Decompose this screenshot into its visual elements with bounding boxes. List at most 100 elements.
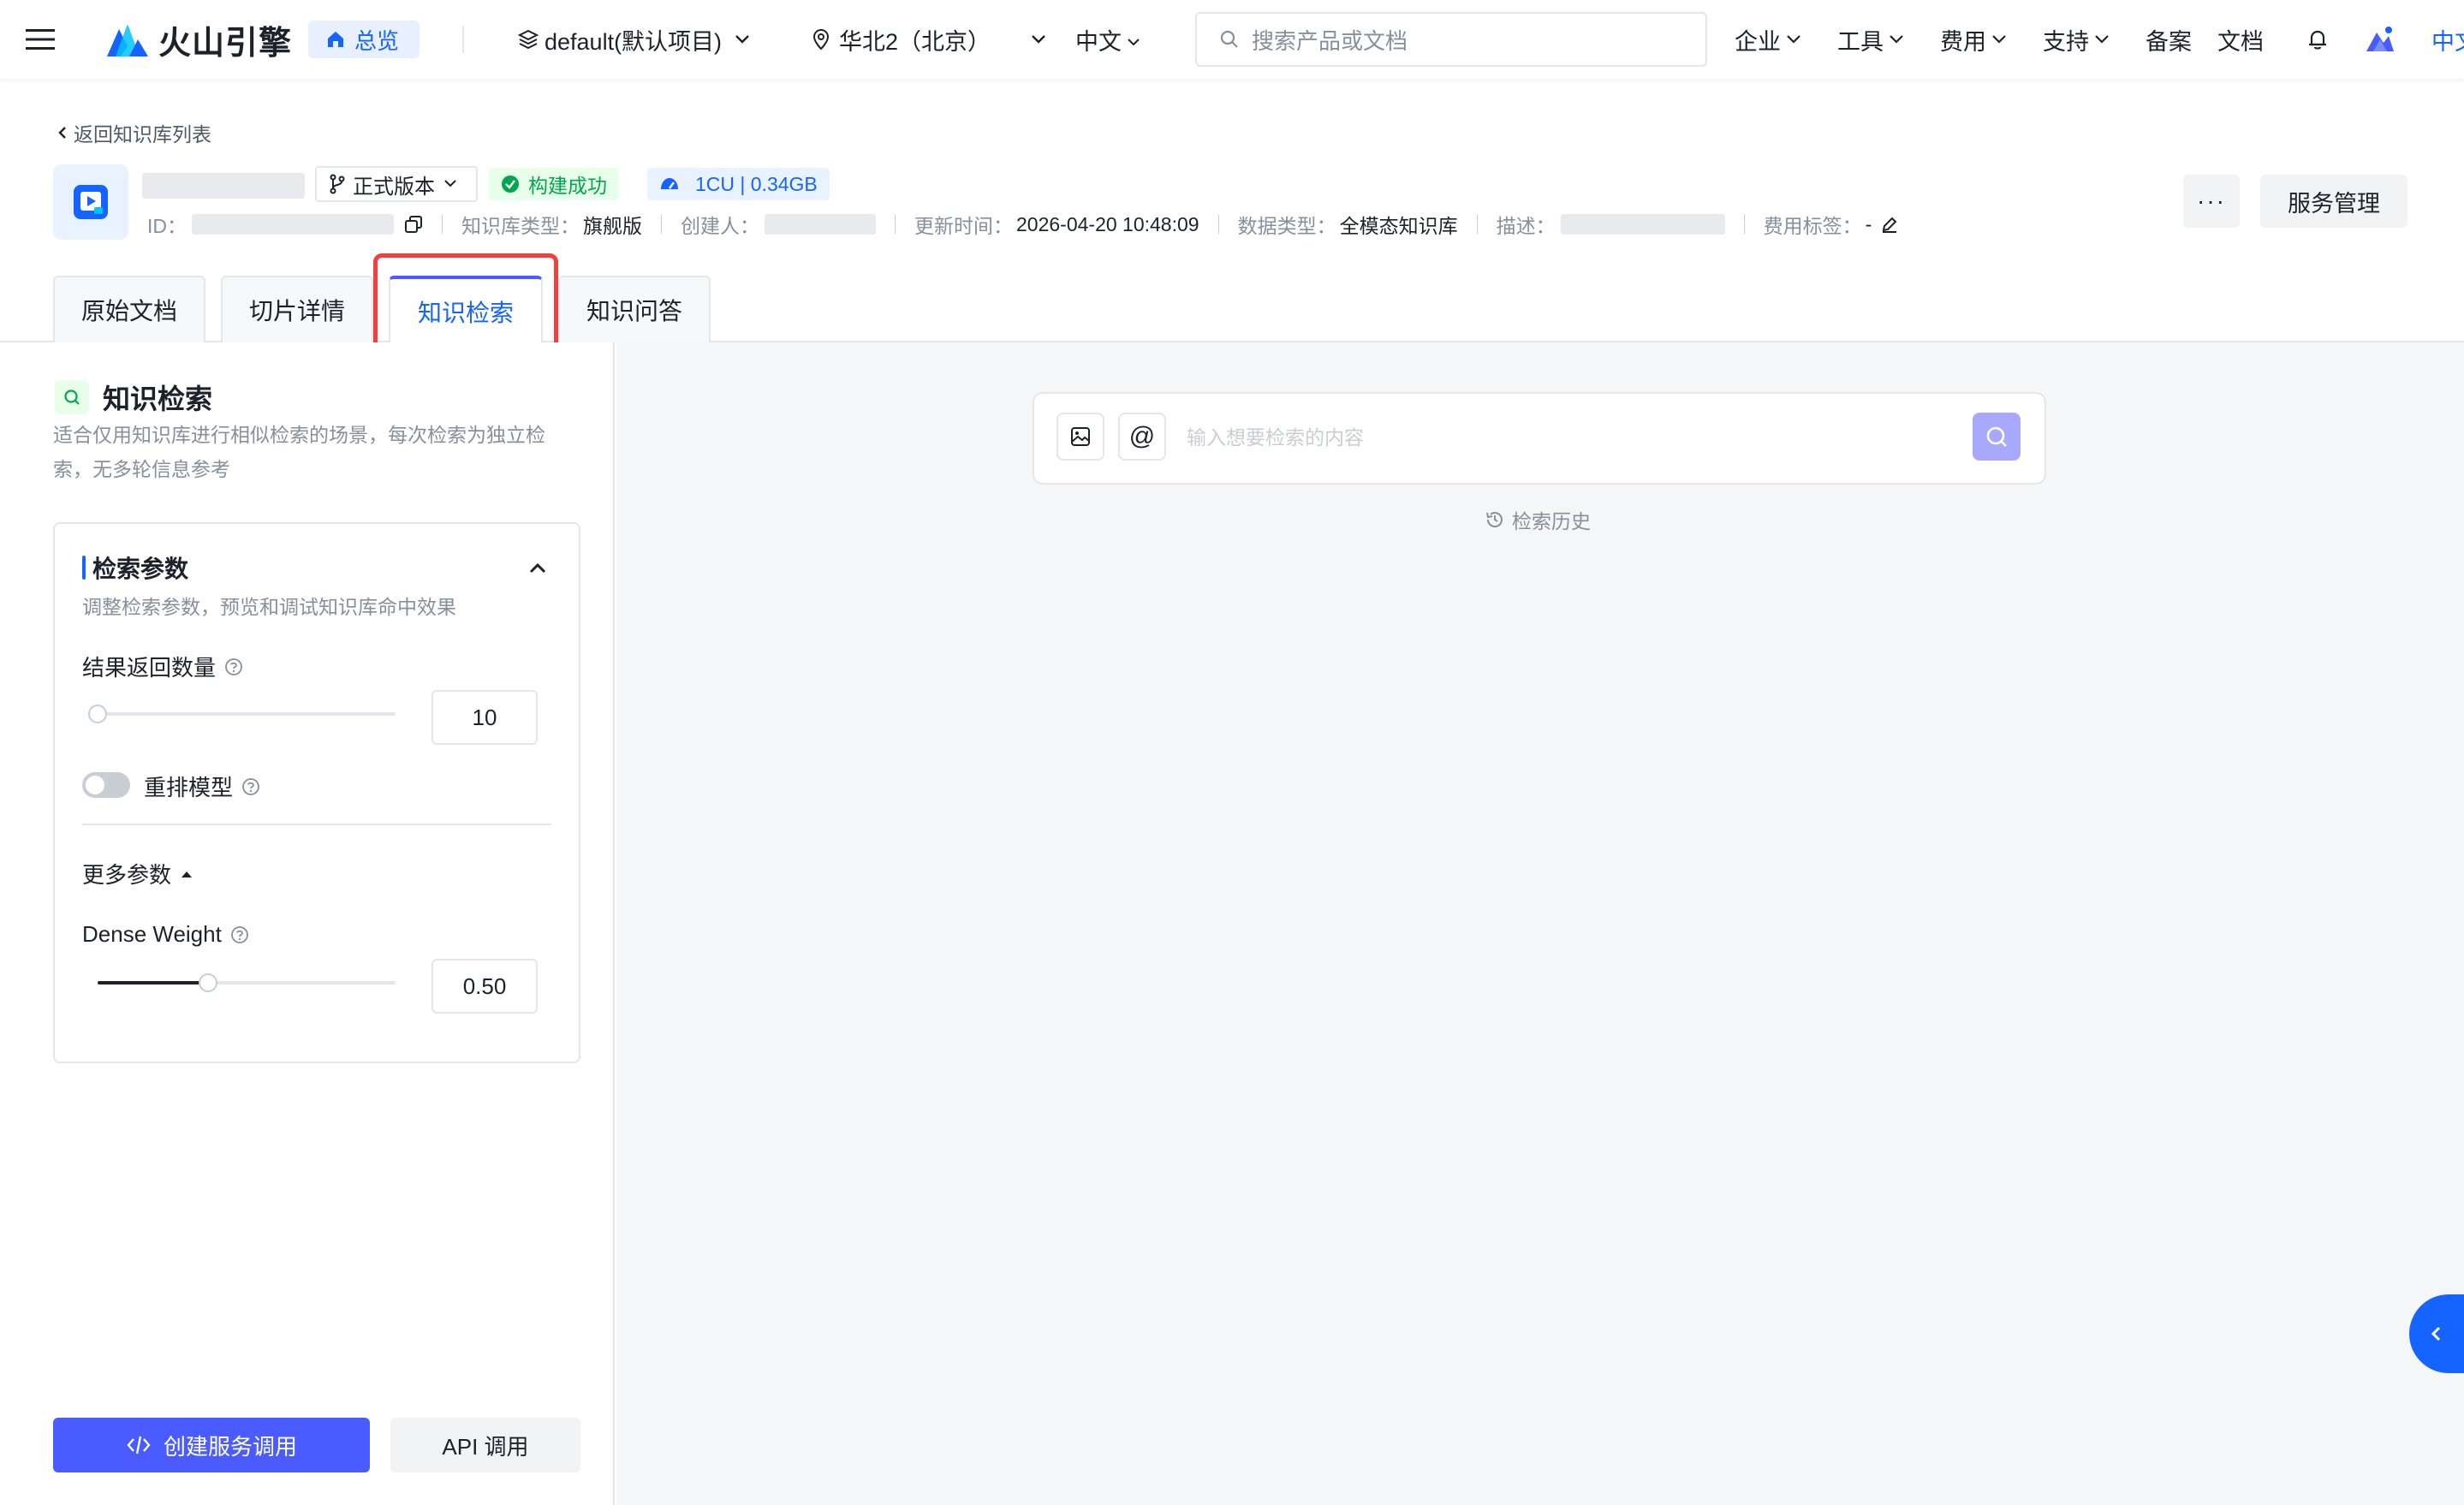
dense-weight-label: Dense Weight bbox=[82, 921, 249, 948]
gauge-icon bbox=[661, 178, 678, 189]
slider-thumb[interactable] bbox=[88, 705, 107, 723]
copy-icon[interactable] bbox=[404, 215, 423, 234]
mention-button[interactable]: @ bbox=[1118, 413, 1166, 461]
tab-original-docs[interactable]: 原始文档 bbox=[53, 276, 205, 342]
more-actions-button[interactable]: ··· bbox=[2183, 175, 2240, 228]
description-label: 描述： bbox=[1496, 215, 1556, 237]
image-upload-button[interactable] bbox=[1056, 413, 1104, 461]
build-status-badge: 构建成功 bbox=[489, 168, 619, 200]
menu-support-label: 支持 bbox=[2043, 28, 2089, 55]
back-label: 返回知识库列表 bbox=[74, 123, 211, 146]
redacted-name bbox=[142, 173, 305, 199]
menu-billing[interactable]: 费用 bbox=[1940, 0, 2007, 79]
edit-icon[interactable] bbox=[1880, 215, 1899, 234]
knowledge-base-icon bbox=[53, 164, 128, 240]
result-count-label: 结果返回数量 bbox=[82, 651, 243, 682]
help-icon[interactable] bbox=[224, 657, 243, 676]
meta-separator bbox=[442, 215, 443, 234]
history-label: 检索历史 bbox=[1512, 510, 1591, 532]
result-count-label-text: 结果返回数量 bbox=[82, 655, 217, 681]
service-label: 服务管理 bbox=[2288, 190, 2380, 217]
history-icon bbox=[1486, 512, 1503, 527]
dense-weight-slider[interactable] bbox=[98, 973, 396, 992]
chevron-down-icon bbox=[1890, 35, 1903, 44]
language-short[interactable]: 中文 bbox=[2431, 0, 2464, 79]
rerank-toggle[interactable] bbox=[82, 772, 130, 798]
tab-label: 切片详情 bbox=[248, 298, 345, 324]
image-icon bbox=[1071, 427, 1090, 446]
back-to-list-link[interactable]: 返回知识库列表 bbox=[57, 118, 211, 147]
search-submit-button[interactable] bbox=[1973, 413, 2021, 461]
chevron-left-icon bbox=[58, 127, 66, 139]
data-type-label: 数据类型： bbox=[1237, 215, 1336, 237]
project-selector[interactable]: default(默认项目) bbox=[517, 0, 751, 79]
search-history-link[interactable]: 检索历史 bbox=[1485, 505, 1591, 534]
chevron-left-icon bbox=[2431, 1326, 2441, 1341]
project-name: default(默认项目) bbox=[545, 28, 723, 55]
divider bbox=[462, 26, 464, 53]
slider-thumb[interactable] bbox=[198, 973, 217, 992]
tab-knowledge-qa[interactable]: 知识问答 bbox=[558, 276, 711, 342]
check-circle-icon bbox=[502, 175, 519, 193]
menu-support[interactable]: 支持 bbox=[2043, 0, 2110, 79]
tags-label: 费用标签： bbox=[1763, 215, 1862, 237]
region-name: 华北2（北京） bbox=[839, 28, 991, 55]
more-params-label: 更多参数 bbox=[82, 862, 172, 888]
chevron-down-icon bbox=[1032, 35, 1045, 44]
kb-meta-row: ID： 知识库类型： 旗舰版 创建人： 更新时间： 2026-04-20 10:… bbox=[147, 211, 1899, 238]
card-title-label: 检索参数 bbox=[92, 556, 189, 582]
home-icon bbox=[328, 32, 343, 47]
menu-docs[interactable]: 文档 bbox=[2217, 0, 2264, 79]
chevron-down-icon bbox=[1992, 35, 2006, 44]
tab-chunk-details[interactable]: 切片详情 bbox=[221, 276, 373, 342]
help-icon[interactable] bbox=[230, 925, 249, 944]
search-placeholder: 搜索产品或文档 bbox=[1252, 27, 1408, 54]
overview-button[interactable]: 总览 bbox=[308, 21, 420, 58]
menu-tools-label: 工具 bbox=[1837, 28, 1884, 55]
more-params-toggle[interactable]: 更多参数 bbox=[82, 858, 193, 889]
layers-icon bbox=[517, 29, 539, 50]
updated-value: 2026-04-20 10:48:09 bbox=[1016, 212, 1199, 235]
create-service-button[interactable]: 创建服务调用 bbox=[53, 1418, 370, 1472]
panel-title: 知识检索 bbox=[55, 380, 212, 414]
title-accent-bar bbox=[82, 556, 86, 580]
creator-label: 创建人： bbox=[681, 215, 759, 237]
version-selector[interactable]: 正式版本 bbox=[315, 166, 478, 202]
service-management-button[interactable]: 服务管理 bbox=[2260, 175, 2407, 228]
version-label: 正式版本 bbox=[353, 175, 435, 199]
result-count-slider[interactable] bbox=[88, 705, 396, 723]
search-icon bbox=[1220, 30, 1238, 48]
menu-enterprise[interactable]: 企业 bbox=[1735, 0, 1801, 79]
menu-icon[interactable] bbox=[26, 0, 55, 79]
result-count-input[interactable]: 10 bbox=[431, 690, 538, 745]
data-type-value: 全模态知识库 bbox=[1339, 215, 1458, 237]
meta-separator bbox=[895, 215, 896, 234]
global-search-input[interactable]: 搜索产品或文档 bbox=[1195, 12, 1707, 67]
location-icon bbox=[812, 28, 830, 51]
redacted-description bbox=[1560, 214, 1725, 235]
menu-enterprise-label: 企业 bbox=[1735, 28, 1781, 55]
help-icon[interactable] bbox=[241, 777, 260, 796]
menu-docs-label: 文档 bbox=[2217, 28, 2264, 55]
brand-logo[interactable]: 火山引擎 bbox=[107, 0, 292, 79]
redacted-creator bbox=[765, 214, 876, 235]
chevron-up-icon[interactable] bbox=[527, 562, 548, 575]
result-count-value: 10 bbox=[472, 704, 497, 730]
meta-separator bbox=[661, 215, 662, 234]
api-call-button[interactable]: API 调用 bbox=[390, 1418, 580, 1472]
dense-weight-input[interactable]: 0.50 bbox=[431, 959, 538, 1014]
menu-tools[interactable]: 工具 bbox=[1837, 0, 1904, 79]
brand-name: 火山引擎 bbox=[158, 25, 293, 62]
bell-icon[interactable] bbox=[2305, 0, 2330, 79]
language-selector[interactable]: 中文 bbox=[1075, 0, 1140, 79]
region-selector[interactable]: 华北2（北京） bbox=[812, 0, 1047, 79]
query-input[interactable] bbox=[1187, 419, 1957, 455]
tab-label: 原始文档 bbox=[80, 298, 177, 324]
rerank-label-text: 重排模型 bbox=[144, 775, 234, 800]
menu-filing[interactable]: 备案 bbox=[2146, 0, 2192, 79]
menu-filing-label: 备案 bbox=[2146, 28, 2192, 55]
kb-type-value: 旗舰版 bbox=[583, 215, 642, 237]
avatar[interactable] bbox=[2365, 0, 2396, 79]
panel-description: 适合仅用知识库进行相似检索的场景，每次检索为独立检索，无多轮信息参考 bbox=[53, 424, 545, 480]
tab-label: 知识问答 bbox=[586, 298, 682, 324]
